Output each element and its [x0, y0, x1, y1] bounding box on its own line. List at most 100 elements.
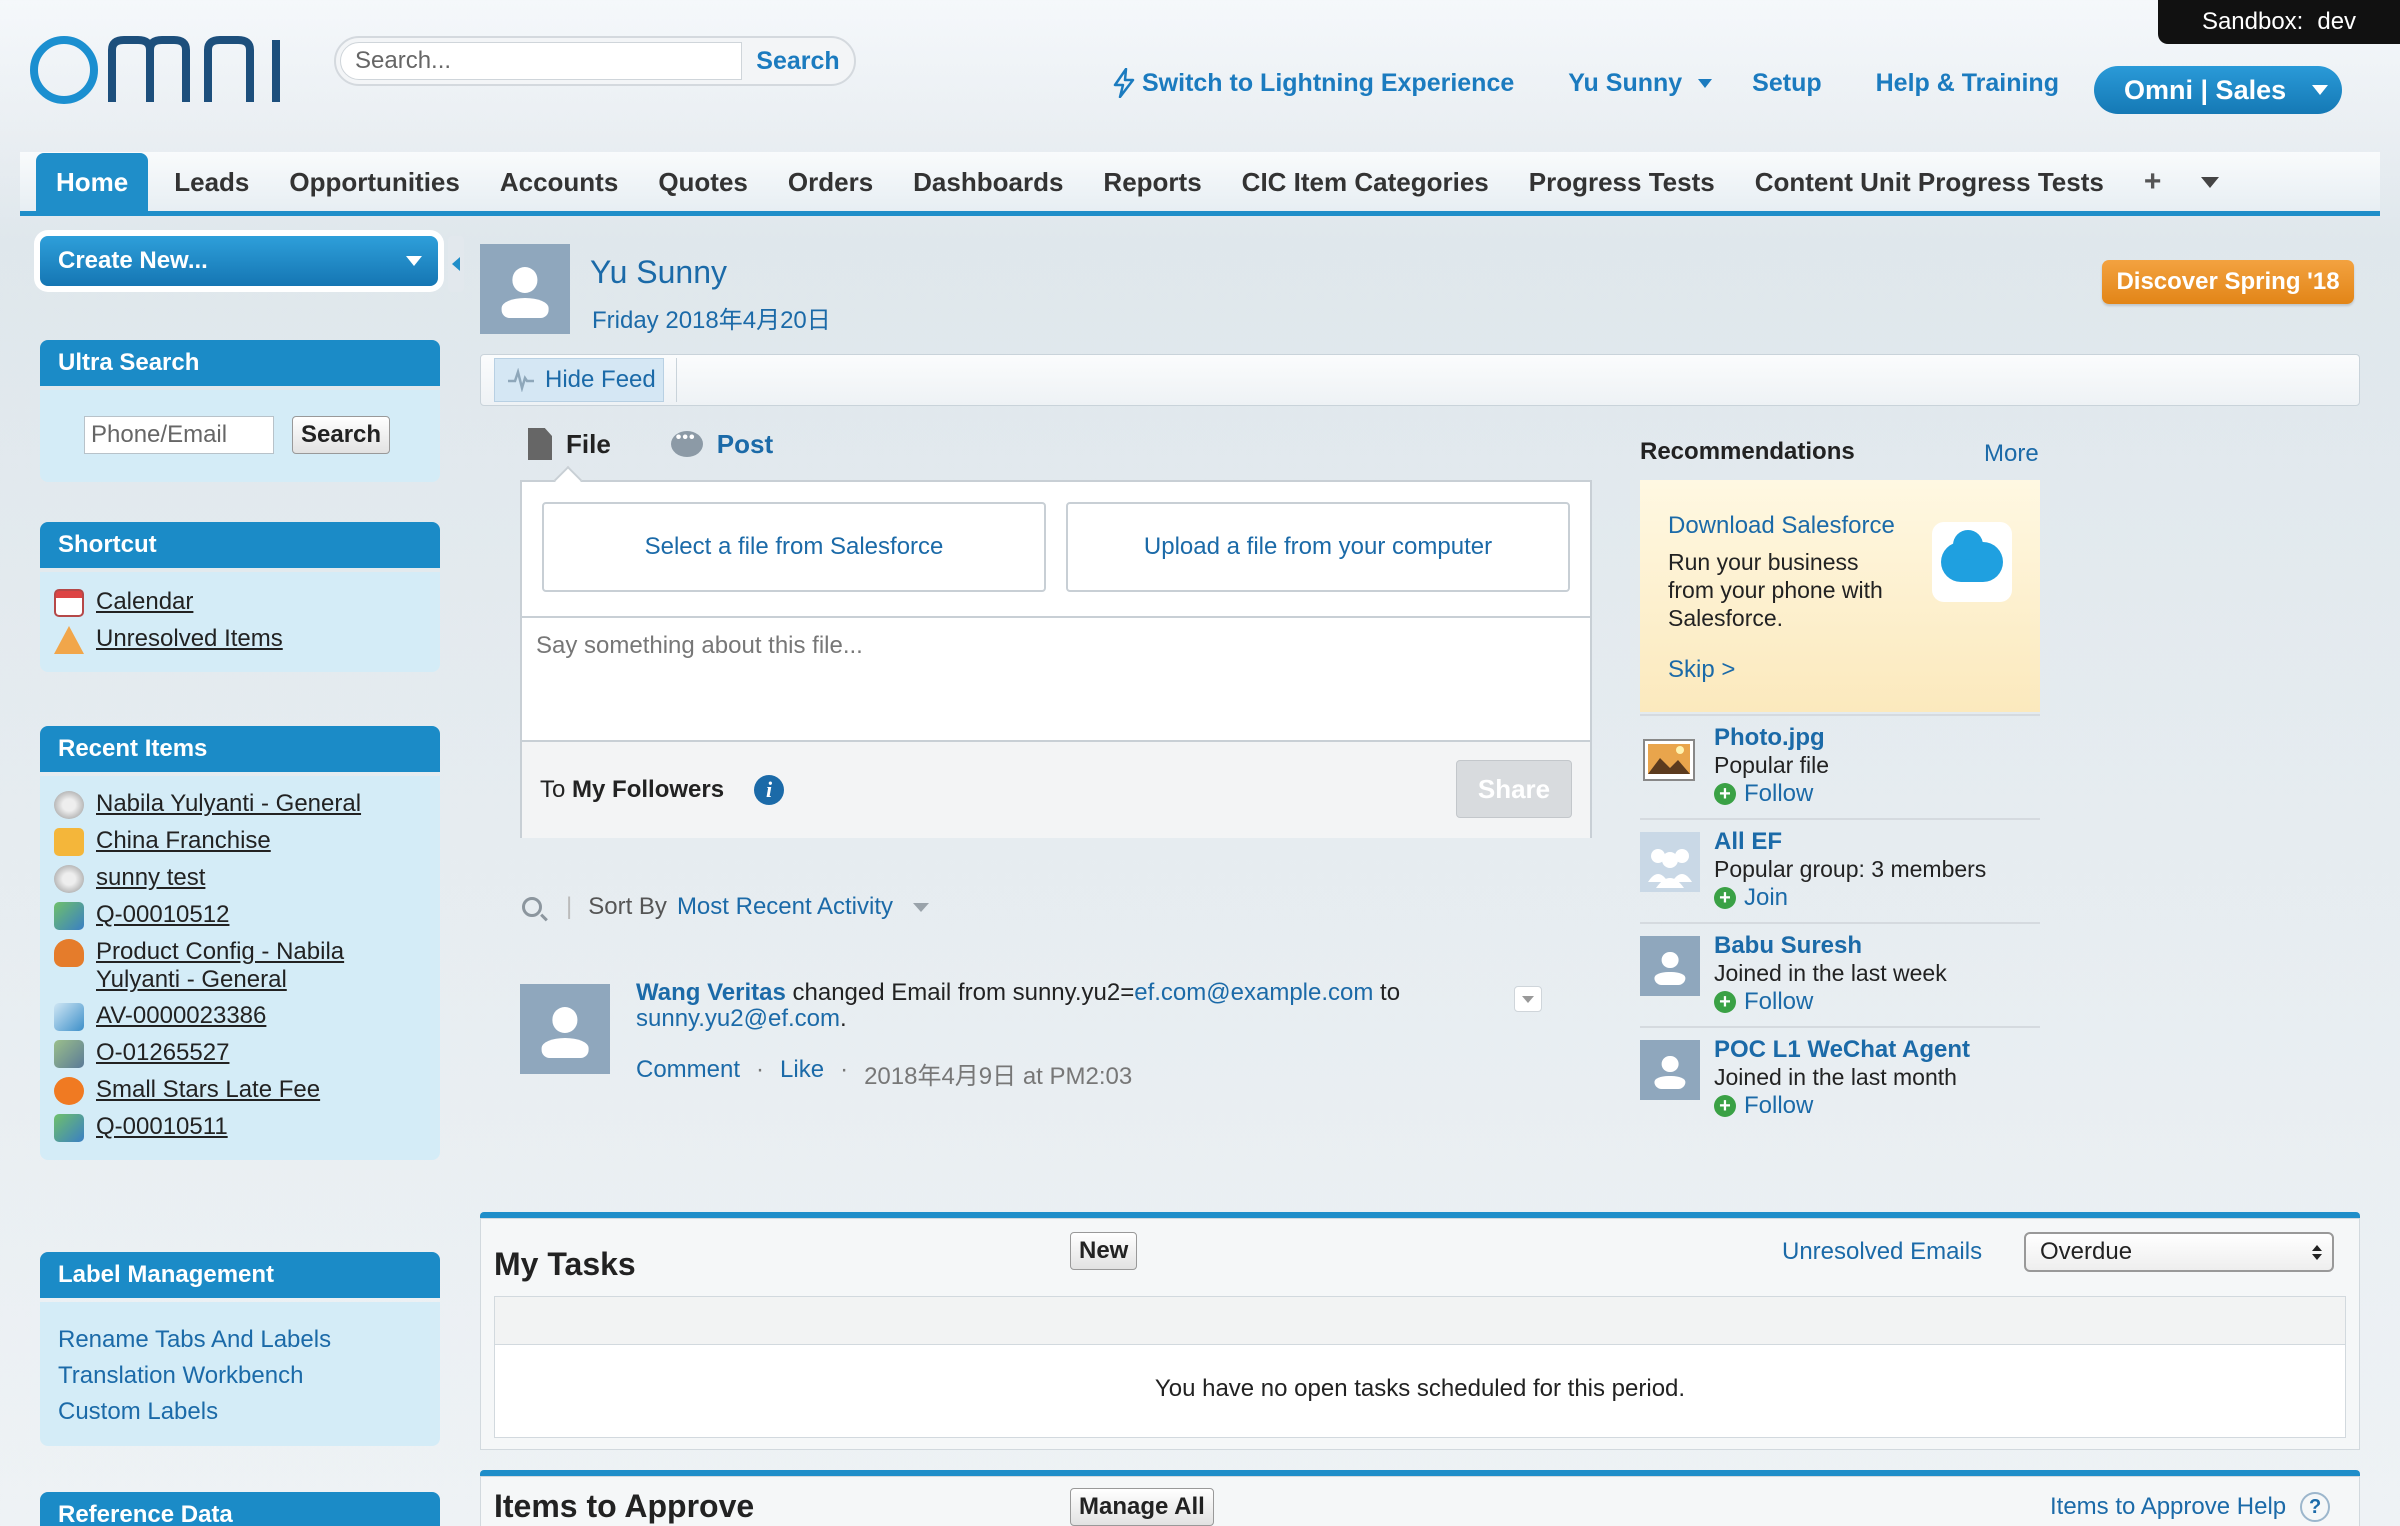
hide-feed-button[interactable]: Hide Feed: [494, 358, 664, 402]
new-task-button[interactable]: New: [1070, 1232, 1138, 1270]
all-tabs-plus-icon[interactable]: +: [2124, 153, 2182, 211]
follow-button[interactable]: + Follow: [1714, 1092, 1813, 1120]
global-search-button[interactable]: Search: [742, 47, 854, 76]
follow-button[interactable]: + Follow: [1714, 988, 1813, 1016]
tab-home[interactable]: Home: [36, 153, 149, 211]
omni-logo[interactable]: [24, 30, 296, 110]
task-filter-select[interactable]: Overdue: [2024, 1232, 2334, 1272]
recent-item[interactable]: Nabila Yulyanti - General: [40, 786, 440, 823]
recommendation-item: Photo.jpg Popular file + Follow: [1640, 714, 2040, 818]
tab-progress-tests[interactable]: Progress Tests: [1509, 153, 1735, 211]
shortcut-unresolved-items[interactable]: Unresolved Items: [40, 621, 440, 658]
recent-item-label: O-01265527: [96, 1039, 230, 1066]
user-name[interactable]: Yu Sunny: [590, 254, 727, 291]
discover-release-button[interactable]: Discover Spring '18: [2102, 260, 2354, 304]
file-comment-textarea[interactable]: Say something about this file...: [522, 616, 1590, 740]
chevron-down-icon: [406, 256, 422, 266]
sidebar-collapse-handle[interactable]: [448, 236, 464, 292]
like-link[interactable]: Like: [780, 1056, 824, 1091]
approve-help-link[interactable]: Items to Approve Help: [2050, 1493, 2286, 1521]
my-tasks-title: My Tasks: [494, 1246, 636, 1282]
comment-link[interactable]: Comment: [636, 1056, 740, 1091]
recent-item[interactable]: Q-00010512: [40, 897, 440, 934]
user-avatar[interactable]: [480, 244, 570, 334]
shortcut-calendar[interactable]: Calendar: [40, 584, 440, 621]
to-label: To: [540, 776, 566, 803]
phone-email-input[interactable]: [84, 416, 274, 454]
feed-item-avatar[interactable]: [520, 984, 610, 1074]
tab-content-unit-progress-tests[interactable]: Content Unit Progress Tests: [1735, 153, 2124, 211]
publisher-tab-post[interactable]: Post: [670, 429, 773, 460]
download-salesforce-promo: Download Salesforce Run your business fr…: [1640, 480, 2040, 712]
file-publisher: Select a file from Salesforce Upload a f…: [520, 465, 1592, 838]
feed-item-menu[interactable]: [1514, 986, 1542, 1012]
manage-all-button[interactable]: Manage All: [1070, 1488, 1214, 1526]
rename-tabs-link[interactable]: Rename Tabs And Labels: [40, 1322, 440, 1358]
tab-opportunities[interactable]: Opportunities: [269, 153, 479, 211]
ultra-search-button[interactable]: Search: [292, 416, 391, 454]
setup-link[interactable]: Setup: [1752, 69, 1821, 98]
follow-button[interactable]: + Follow: [1714, 780, 1813, 808]
recent-item[interactable]: China Franchise: [40, 823, 440, 860]
recommendation-name[interactable]: POC L1 WeChat Agent: [1714, 1036, 1970, 1064]
tab-overflow-menu[interactable]: [2181, 153, 2239, 211]
skip-link[interactable]: Skip >: [1668, 656, 1735, 684]
moon-icon: [54, 1077, 84, 1105]
feed-item-new-email[interactable]: sunny.yu2@ef.com: [636, 1005, 840, 1032]
recent-item-label: Nabila Yulyanti - General: [96, 790, 362, 817]
tab-quotes[interactable]: Quotes: [638, 153, 768, 211]
recent-item-label: Q-00010511: [96, 1113, 228, 1140]
chevron-down-icon: [1522, 995, 1534, 1003]
separator-dot: ·: [756, 1056, 765, 1083]
user-menu[interactable]: Yu Sunny: [1568, 69, 1713, 98]
share-button[interactable]: Share: [1456, 760, 1572, 818]
recommendation-name[interactable]: All EF: [1714, 828, 1782, 856]
feed-item-old-email[interactable]: ef.com@example.com: [1134, 979, 1373, 1006]
record-icon: [54, 865, 84, 893]
recent-item[interactable]: Q-00010511: [40, 1109, 440, 1146]
global-search-input[interactable]: [340, 42, 742, 80]
select-arrows-icon: [2312, 1244, 2322, 1260]
recent-item[interactable]: AV-0000023386: [40, 998, 440, 1035]
tab-cic-item-categories[interactable]: CIC Item Categories: [1222, 153, 1509, 211]
search-icon[interactable]: [522, 897, 542, 917]
unresolved-emails-link[interactable]: Unresolved Emails: [1782, 1238, 1982, 1266]
help-icon[interactable]: ?: [2300, 1492, 2331, 1522]
info-icon[interactable]: i: [754, 775, 785, 805]
tab-dashboards[interactable]: Dashboards: [893, 153, 1083, 211]
feed-item-text: to: [1373, 979, 1401, 1006]
select-file-button[interactable]: Select a file from Salesforce: [542, 502, 1046, 592]
join-button[interactable]: + Join: [1714, 884, 1788, 912]
app-switcher[interactable]: Omni | Sales: [2094, 66, 2342, 114]
translation-workbench-link[interactable]: Translation Workbench: [40, 1358, 440, 1394]
create-new-button[interactable]: Create New...: [40, 236, 438, 286]
recent-item[interactable]: sunny test: [40, 860, 440, 897]
upload-file-button[interactable]: Upload a file from your computer: [1066, 502, 1570, 592]
custom-labels-link[interactable]: Custom Labels: [40, 1394, 440, 1430]
help-training-link[interactable]: Help & Training: [1876, 69, 2059, 98]
sandbox-badge: Sandbox: dev: [2158, 0, 2400, 44]
tab-leads[interactable]: Leads: [154, 153, 269, 211]
reference-data-title: Reference Data: [40, 1492, 440, 1526]
recommendations-more-link[interactable]: More: [1984, 440, 2039, 468]
tab-orders[interactable]: Orders: [768, 153, 893, 211]
tasks-table-header: [495, 1297, 2345, 1345]
chevron-down-icon: [913, 902, 930, 912]
record-icon: [54, 791, 84, 819]
recommendation-name[interactable]: Babu Suresh: [1714, 932, 1862, 960]
recommendation-item: Babu Suresh Joined in the last week + Fol…: [1640, 922, 2040, 1026]
recent-item[interactable]: Small Stars Late Fee: [40, 1072, 440, 1109]
sort-dropdown-value: Most Recent Activity: [676, 893, 894, 920]
recent-item[interactable]: Product Config - Nabila Yulyanti - Gener…: [40, 934, 440, 998]
toolbar-divider: [676, 358, 677, 402]
user-date: Friday 2018年4月20日: [592, 307, 831, 334]
feed-item-actor[interactable]: Wang Veritas: [636, 979, 786, 1006]
switch-lightning-link[interactable]: Switch to Lightning Experience: [1112, 68, 1514, 98]
recent-item[interactable]: O-01265527: [40, 1035, 440, 1072]
feed-item-actions: Comment · Like · 2018年4月9日 at PM2:03: [636, 1056, 1132, 1091]
tab-reports[interactable]: Reports: [1083, 153, 1221, 211]
tab-accounts[interactable]: Accounts: [480, 153, 638, 211]
publisher-tab-file[interactable]: File: [528, 428, 611, 460]
recommendation-name[interactable]: Photo.jpg: [1714, 724, 1825, 752]
sort-dropdown[interactable]: Most Recent Activity: [676, 893, 930, 921]
